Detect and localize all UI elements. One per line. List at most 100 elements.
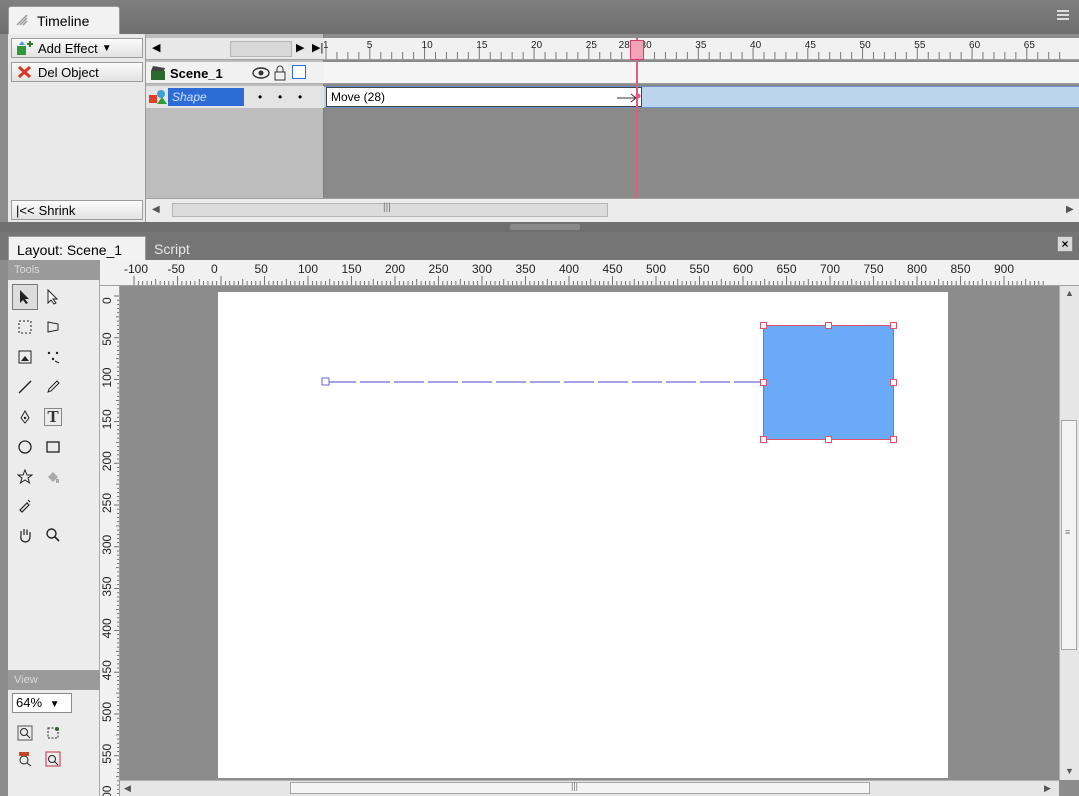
tools-title: Tools	[8, 260, 100, 280]
actual-size-icon[interactable]	[12, 746, 38, 772]
rectangle-tool-icon[interactable]	[40, 434, 66, 460]
scroll-left-icon[interactable]: ◀	[152, 204, 160, 215]
outline-dot[interactable]: •	[298, 90, 302, 104]
visibility-dot[interactable]: •	[258, 90, 262, 104]
v-ruler-label: 600	[100, 785, 114, 796]
splitter-grip	[510, 224, 580, 230]
chevron-down-icon: ▼	[101, 42, 112, 54]
fill-tool-icon[interactable]	[40, 464, 66, 490]
lock-icon[interactable]	[274, 65, 286, 81]
zoom-tool-icon[interactable]	[40, 522, 66, 548]
v-ruler-label: 550	[100, 743, 114, 763]
resize-handle[interactable]	[760, 379, 767, 386]
close-icon[interactable]: ×	[1057, 236, 1073, 252]
v-ruler-label: 250	[100, 493, 114, 513]
toolbox: Tools T View 64% ▼	[8, 260, 100, 796]
frame-start-icon[interactable]: ▶|	[312, 41, 323, 54]
shape-rectangle[interactable]	[763, 325, 894, 440]
grip-icon: ≡	[1065, 527, 1071, 537]
pencil-tool-icon[interactable]	[40, 374, 66, 400]
zoom-select[interactable]: 64% ▼	[12, 693, 72, 713]
zoom-in-view-icon[interactable]	[12, 720, 38, 746]
layer-selection-highlight: Shape	[168, 88, 244, 106]
scroll-right-icon[interactable]: ▶	[1066, 204, 1074, 215]
del-object-label: Del Object	[38, 64, 99, 80]
horizontal-scroll-thumb[interactable]: |||	[290, 781, 870, 794]
frame-tick-label: 35	[695, 40, 707, 51]
vertical-ruler: 0 50 100 150 200 250 300 350 400 450 500 550 600	[100, 286, 120, 796]
timeline-tab-label: Timeline	[37, 13, 90, 29]
h-ruler-label: 300	[472, 262, 492, 276]
del-object-button[interactable]: Del Object	[11, 62, 143, 82]
tab-layout[interactable]: Layout: Scene_1	[8, 236, 146, 260]
scroll-right-icon[interactable]: ▶	[1044, 783, 1051, 794]
reshape-tool-icon[interactable]	[40, 344, 66, 370]
resize-handle[interactable]	[890, 379, 897, 386]
scroll-left-icon[interactable]: ◀	[152, 41, 160, 54]
frames-scene-row[interactable]	[324, 62, 1079, 84]
resize-handle[interactable]	[760, 436, 767, 443]
timeline-grip-icon	[16, 14, 28, 26]
resize-handle[interactable]	[890, 436, 897, 443]
h-ruler-label: 450	[603, 262, 623, 276]
text-tool-icon[interactable]: T	[40, 404, 66, 430]
eyedropper-tool-icon[interactable]	[12, 492, 38, 518]
scroll-down-icon[interactable]: ▼	[1065, 766, 1074, 776]
h-ruler-label: -50	[168, 262, 186, 276]
image-tool-icon[interactable]	[12, 344, 38, 370]
visibility-eye-icon[interactable]	[252, 66, 270, 80]
path-start-handle[interactable]	[321, 377, 330, 386]
marquee-tool-icon[interactable]	[12, 314, 38, 340]
add-effect-icon	[17, 41, 33, 55]
add-effect-button[interactable]: Add Effect ▼	[11, 38, 143, 58]
scroll-up-icon[interactable]: ▲	[1065, 288, 1074, 298]
resize-handle[interactable]	[890, 322, 897, 329]
v-ruler-label: 200	[100, 451, 114, 471]
vertical-scroll-thumb[interactable]: ≡	[1061, 420, 1077, 650]
frame-tick-label: 55	[914, 40, 926, 51]
h-ruler-label: 550	[690, 262, 710, 276]
h-ruler-label: 650	[777, 262, 797, 276]
tween-bar[interactable]: Move (28)	[326, 87, 642, 107]
zoom-out-view-icon[interactable]	[40, 746, 66, 772]
panel-splitter[interactable]	[0, 222, 1079, 232]
ellipse-tool-icon[interactable]	[12, 434, 38, 460]
resize-handle[interactable]	[825, 436, 832, 443]
v-ruler-label: 400	[100, 618, 114, 638]
frame-tick-label: 25	[586, 40, 598, 51]
vertical-ruler-svg: 0 50 100 150 200 250 300 350 400 450 500 550 600	[100, 295, 119, 796]
hand-tool-icon[interactable]	[12, 522, 38, 548]
playhead-line	[636, 38, 638, 198]
frame-tick-label: 45	[805, 40, 817, 51]
v-ruler-label: 500	[100, 702, 114, 722]
pen-tool-icon[interactable]	[12, 404, 38, 430]
transform-tool-icon[interactable]	[40, 314, 66, 340]
scroll-left-icon[interactable]: ◀	[124, 783, 131, 794]
lock-dot[interactable]: •	[278, 90, 282, 104]
layer-row-scene[interactable]: Scene_1	[146, 62, 324, 84]
line-tool-icon[interactable]	[12, 374, 38, 400]
resize-handle[interactable]	[825, 322, 832, 329]
h-ruler-label: 100	[298, 262, 318, 276]
tab-layout-label: Layout: Scene_1	[17, 242, 123, 258]
layer-row-shape[interactable]: Shape • • •	[146, 86, 324, 108]
h-ruler-label: 0	[211, 262, 218, 276]
delete-icon	[17, 65, 32, 79]
pointer-tool-icon[interactable]	[12, 284, 38, 310]
layer-name: Scene_1	[170, 66, 223, 81]
timeline-tab[interactable]: Timeline	[8, 6, 120, 34]
shrink-button[interactable]: |<< Shrink	[11, 200, 143, 220]
scroll-right-icon[interactable]: ▶	[296, 41, 304, 54]
panel-menu-icon[interactable]	[1057, 10, 1069, 20]
timeline-hscroll-thumb[interactable]: |||	[172, 202, 608, 217]
outline-toggle-icon[interactable]	[292, 65, 306, 79]
resize-handle[interactable]	[760, 322, 767, 329]
tab-script[interactable]: Script	[148, 236, 218, 260]
frame-tick-label: 28	[619, 40, 631, 51]
fit-view-icon[interactable]	[40, 720, 66, 746]
subselect-tool-icon[interactable]	[40, 284, 66, 310]
star-tool-icon[interactable]	[12, 464, 38, 490]
frame-ruler[interactable]: 1510152025283035404550556065	[324, 38, 1079, 60]
playhead-handle[interactable]	[630, 40, 644, 60]
h-ruler-label: 750	[864, 262, 884, 276]
